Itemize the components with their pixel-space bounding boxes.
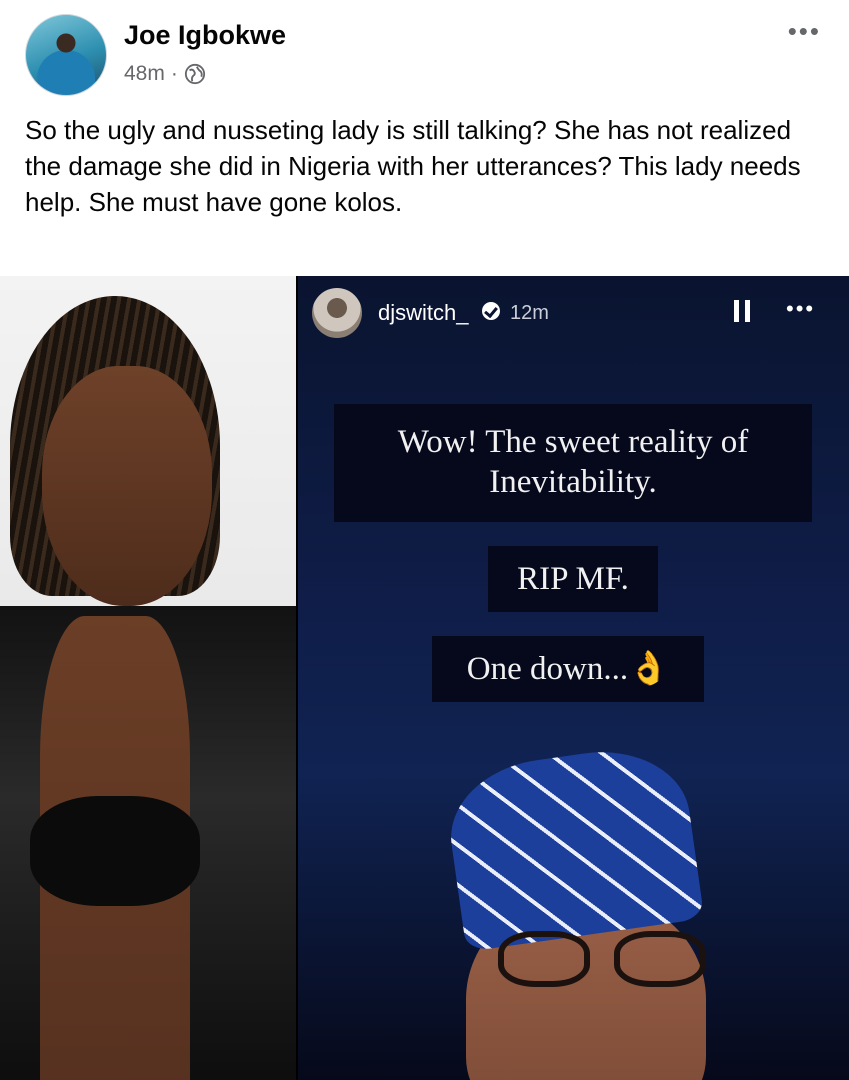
globe-icon[interactable] [184,63,206,85]
post-time[interactable]: 48m [124,62,165,86]
story-screenshot[interactable]: djswitch_ 12m ••• Wow! The sweet reality… [298,276,849,1080]
photo-face [42,366,212,606]
post-text: So the ugly and nusseting lady is still … [25,115,801,217]
post-header: Joe Igbokwe 48m · ••• [0,0,849,100]
story-caption-3: One down...👌 [432,636,704,702]
story-avatar [312,288,362,338]
author-name[interactable]: Joe Igbokwe [124,20,286,51]
photo-man-glasses [498,931,718,991]
meta-separator: · [170,62,178,85]
story-username: djswitch_ [378,300,469,325]
photo-lady[interactable] [0,276,296,1080]
story-caption-2: RIP MF. [488,546,658,612]
post-media[interactable]: djswitch_ 12m ••• Wow! The sweet reality… [0,276,849,1080]
pause-icon [734,300,752,322]
story-caption-1: Wow! The sweet reality of Inevitability. [334,404,812,522]
photo-top [30,796,200,906]
author-avatar[interactable] [25,14,107,96]
story-time: 12m [510,302,549,324]
more-options-icon[interactable]: ••• [788,18,821,44]
photo-man-cap [441,740,705,952]
post-meta: 48m · [124,62,206,86]
story-more-icon: ••• [786,296,816,321]
verified-badge-icon [482,302,500,320]
